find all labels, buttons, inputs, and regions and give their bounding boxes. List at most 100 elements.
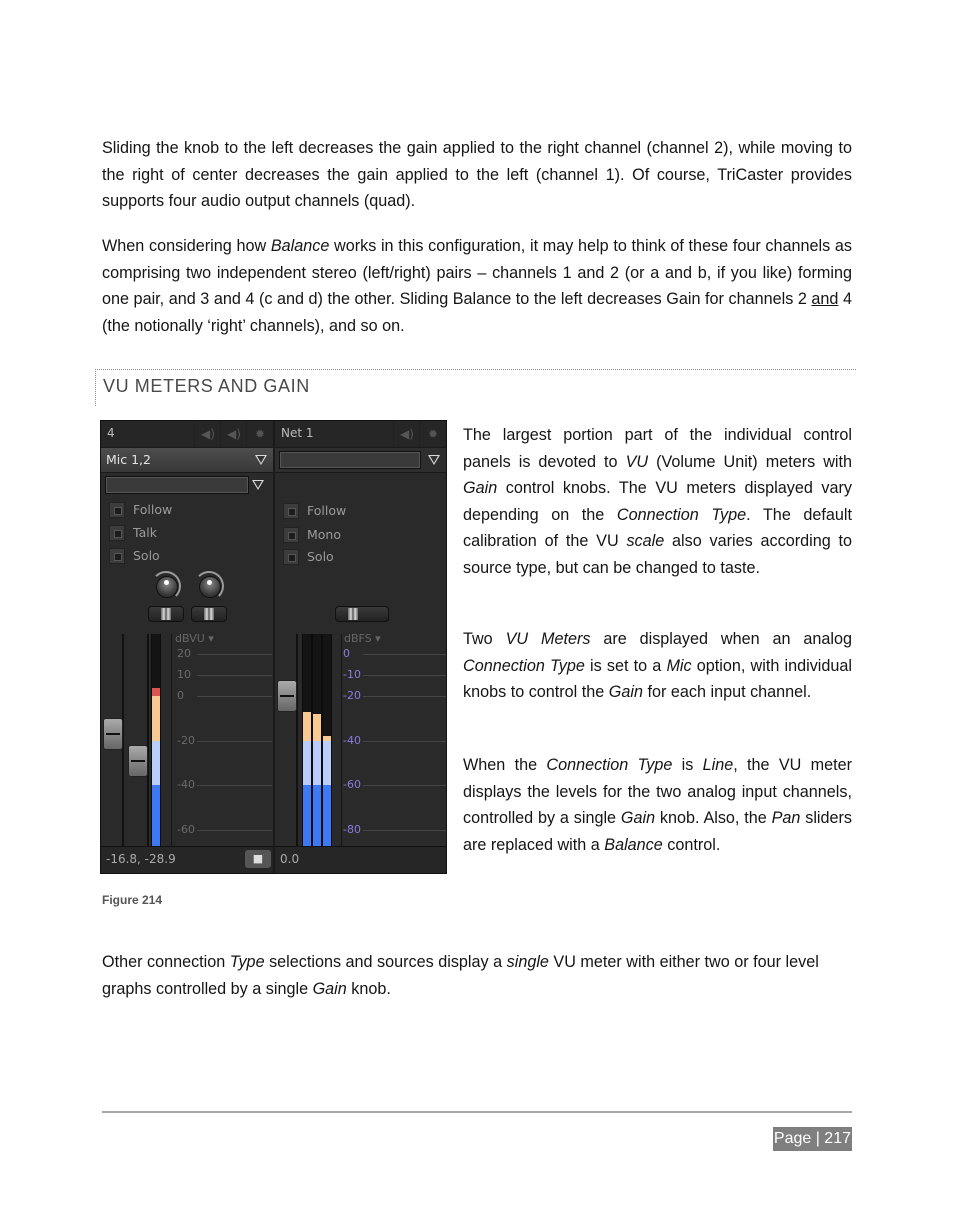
text-run: control. bbox=[662, 835, 721, 854]
text-run: VU bbox=[625, 452, 649, 471]
figure-caption: Figure 214 bbox=[102, 893, 163, 907]
meter-segment bbox=[303, 740, 311, 786]
speaker-icon[interactable]: ◀) bbox=[194, 421, 221, 447]
text-run: Connection Type bbox=[463, 656, 585, 675]
dropdown-arrow-icon bbox=[255, 455, 267, 465]
checkbox-box[interactable] bbox=[283, 549, 299, 565]
pan-slider-1[interactable] bbox=[148, 606, 184, 622]
paragraph-balance-config: When considering how Balance works in th… bbox=[102, 233, 852, 339]
gain-knob-1[interactable] bbox=[151, 571, 181, 601]
text-run: and bbox=[811, 290, 839, 309]
scale-unit-dropdown[interactable]: dBFS ▾ bbox=[344, 632, 381, 645]
text-run: Connection Type bbox=[616, 505, 747, 524]
scale-divider bbox=[341, 634, 342, 848]
meter-segment bbox=[152, 740, 160, 786]
speaker-icon[interactable]: ◀) bbox=[393, 421, 420, 447]
scale-gridline bbox=[363, 740, 446, 742]
text-run: knob. bbox=[346, 979, 391, 998]
scale-tick-label: 0 bbox=[177, 689, 184, 702]
checkbox-box[interactable] bbox=[283, 503, 299, 519]
gain-knob-2[interactable] bbox=[194, 571, 224, 601]
footer-divider bbox=[102, 1111, 852, 1113]
scale-gridline bbox=[363, 696, 446, 697]
meter-segment bbox=[303, 785, 311, 848]
section-heading: VU METERS AND GAIN bbox=[103, 376, 310, 396]
paragraph-line-meters: When the Connection Type is Line, the VU… bbox=[463, 752, 852, 858]
checkbox-label: Mono bbox=[307, 527, 342, 542]
level-meter-bar bbox=[302, 634, 312, 848]
paragraph-other-types: Other connection Type selections and sou… bbox=[102, 949, 852, 1002]
knob-cap[interactable] bbox=[199, 576, 221, 598]
channel-footer: 0.0 bbox=[275, 846, 446, 873]
balance-slider[interactable] bbox=[335, 606, 389, 622]
paragraph-balance-intro: Sliding the knob to the left decreases t… bbox=[102, 139, 852, 211]
connection-type-field[interactable] bbox=[279, 451, 421, 469]
connection-type-value: Mic 1,2 bbox=[106, 452, 151, 467]
text-run: Gain bbox=[463, 479, 498, 498]
channel-header: 4 ◀) ◀) ✹ bbox=[101, 421, 273, 448]
scale-tick-label: -60 bbox=[177, 822, 195, 836]
volume-fader[interactable] bbox=[277, 680, 297, 712]
meter-segment bbox=[152, 687, 160, 696]
text-run: Balance bbox=[604, 835, 663, 854]
scale-gridline bbox=[197, 785, 272, 787]
scale-gridline bbox=[197, 740, 272, 742]
scale-tick-label: 20 bbox=[177, 647, 191, 660]
scale-gridline bbox=[197, 829, 272, 831]
checkbox-box[interactable] bbox=[109, 548, 125, 564]
volume-fader-track bbox=[147, 634, 149, 848]
scale-tick-label: -20 bbox=[177, 733, 195, 747]
meter-segment bbox=[313, 785, 321, 848]
scale-tick-label: -40 bbox=[343, 733, 361, 747]
channel-strip-mic: 4 ◀) ◀) ✹ Mic 1,2 Follow Talk Solo dBVU … bbox=[101, 421, 275, 873]
meter-segment bbox=[313, 740, 321, 786]
gain-readout: -16.8, -28.9 bbox=[106, 852, 176, 866]
lock-icon[interactable]: ■ bbox=[245, 850, 271, 868]
scale-tick-label: -60 bbox=[343, 778, 361, 792]
paragraph-vu-meters: The largest portion part of the individu… bbox=[463, 422, 852, 582]
text-run: (Volume Unit) meters with bbox=[648, 452, 852, 471]
gear-icon[interactable]: ✹ bbox=[246, 421, 273, 447]
checkbox-label: Solo bbox=[307, 549, 334, 564]
text-run: VU Meters bbox=[505, 630, 591, 648]
knob-cap[interactable] bbox=[156, 576, 178, 598]
dropdown-arrow-icon[interactable] bbox=[252, 480, 264, 490]
volume-fader-2[interactable] bbox=[128, 745, 148, 777]
scale-tick-label: -40 bbox=[177, 778, 195, 792]
scale-gridline bbox=[197, 675, 272, 676]
meter-segment bbox=[313, 713, 321, 741]
meter-segment bbox=[323, 785, 331, 848]
scale-unit-dropdown[interactable]: dBVU ▾ bbox=[175, 632, 214, 645]
speaker-icon[interactable]: ◀) bbox=[220, 421, 247, 447]
volume-fader-track bbox=[296, 634, 298, 848]
scale-gridline bbox=[197, 654, 272, 655]
channel-strip-net: Net 1 ◀) ✹ Follow Mono Solo dBFS ▾ 0 -10 -… bbox=[275, 421, 446, 873]
pan-slider-2[interactable] bbox=[191, 606, 227, 622]
text-run: selections and sources display a bbox=[264, 953, 507, 971]
text-run: is bbox=[672, 756, 703, 774]
scale-tick-label: 10 bbox=[177, 668, 191, 681]
vu-meter-area: dBVU ▾ 20 10 0 -20 -40 -60 bbox=[101, 632, 273, 848]
dropdown-arrow-icon bbox=[428, 455, 440, 465]
connection-type-dropdown[interactable] bbox=[275, 448, 446, 473]
scale-tick-label: 0 bbox=[343, 647, 350, 660]
level-meter-bar bbox=[151, 634, 161, 848]
checkbox-box[interactable] bbox=[283, 527, 299, 543]
scale-tick-label: -80 bbox=[343, 822, 361, 836]
text-run: Balance bbox=[270, 237, 330, 255]
checkbox-box[interactable] bbox=[109, 502, 125, 518]
scale-gridline bbox=[363, 675, 446, 676]
scale-gridline bbox=[197, 696, 272, 697]
scale-tick-label: -10 bbox=[343, 668, 361, 681]
checkbox-box[interactable] bbox=[109, 525, 125, 541]
input-select-dropdown[interactable] bbox=[105, 476, 249, 494]
scale-divider bbox=[171, 634, 172, 848]
volume-fader-1[interactable] bbox=[103, 718, 123, 750]
paragraph-mic-meters: Two VU Meters are displayed when an anal… bbox=[463, 626, 852, 706]
text-run: Gain bbox=[620, 809, 656, 828]
meter-segment bbox=[152, 785, 160, 848]
connection-type-dropdown[interactable]: Mic 1,2 bbox=[101, 448, 273, 473]
checkbox-label: Follow bbox=[307, 503, 347, 518]
gear-icon[interactable]: ✹ bbox=[419, 421, 446, 447]
text-run: When considering how bbox=[102, 237, 271, 255]
